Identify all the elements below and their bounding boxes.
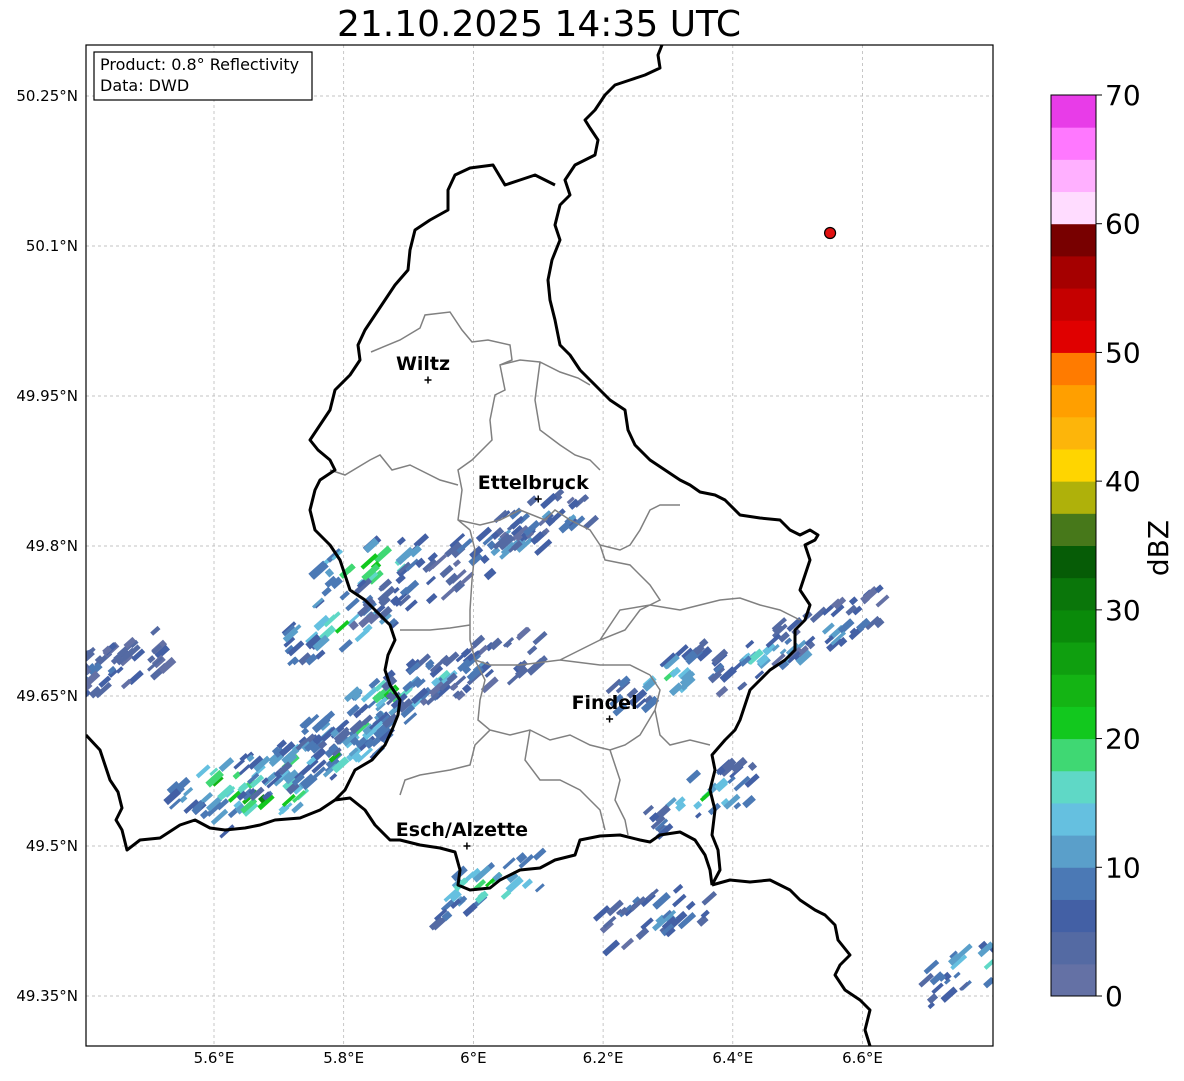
colorbar <box>1051 95 1096 997</box>
colorbar-segment <box>1051 513 1096 546</box>
colorbar-segment <box>1051 95 1096 128</box>
colorbar-tick-labels: 0 10 20 30 40 50 60 70 <box>1096 79 1141 1013</box>
lat-tick-label: 49.35°N <box>16 987 78 1005</box>
colorbar-segment <box>1051 899 1096 933</box>
lon-tick-label: 6°E <box>460 1049 487 1067</box>
colorbar-tick-label: 20 <box>1105 723 1141 756</box>
city-name: Esch/Alzette <box>396 819 528 841</box>
colorbar-tick-label: 10 <box>1105 851 1141 884</box>
colorbar-segment <box>1051 416 1096 450</box>
colorbar-segment <box>1051 577 1096 611</box>
colorbar-tick-label: 40 <box>1105 465 1141 498</box>
colorbar-segment <box>1051 674 1096 707</box>
radar-map: 5.6°E 5.8°E 6°E 6.2°E 6.4°E 6.6°E 50.25°N 50.1… <box>16 44 1175 1067</box>
colorbar-tick-label: 70 <box>1105 79 1141 112</box>
colorbar-segment <box>1051 931 1096 965</box>
lat-tick-label: 49.95°N <box>16 387 78 405</box>
info-data-source: Data: DWD <box>100 76 189 95</box>
colorbar-segment <box>1051 867 1096 900</box>
colorbar-tick-label: 0 <box>1105 980 1123 1013</box>
colorbar-segment <box>1051 159 1096 193</box>
city-name: Wiltz <box>396 353 450 375</box>
lat-tick-label: 49.65°N <box>16 687 78 705</box>
city-name: Findel <box>572 692 638 714</box>
city-name: Ettelbruck <box>478 472 589 494</box>
colorbar-segment <box>1051 545 1096 579</box>
colorbar-segment <box>1051 127 1096 160</box>
colorbar-segment <box>1051 191 1096 225</box>
colorbar-tick-label: 60 <box>1105 208 1141 241</box>
colorbar-segment <box>1051 481 1096 514</box>
lon-tick-label: 5.8°E <box>323 1049 364 1067</box>
longitude-tick-labels: 5.6°E 5.8°E 6°E 6.2°E 6.4°E 6.6°E <box>194 1049 883 1067</box>
info-product: Product: 0.8° Reflectivity <box>100 55 299 74</box>
colorbar-label: dBZ <box>1142 520 1175 576</box>
lon-tick-label: 6.6°E <box>842 1049 883 1067</box>
colorbar-segment <box>1051 770 1096 804</box>
colorbar-segment <box>1051 255 1096 289</box>
lon-tick-label: 5.6°E <box>194 1049 235 1067</box>
colorbar-segment <box>1051 223 1096 257</box>
lat-tick-label: 49.8°N <box>26 537 78 555</box>
colorbar-segment <box>1051 738 1096 772</box>
colorbar-segment <box>1051 384 1096 418</box>
colorbar-segment <box>1051 642 1096 675</box>
colorbar-segment <box>1051 802 1096 836</box>
latitude-tick-labels: 50.25°N 50.1°N 49.95°N 49.8°N 49.65°N 49.5°N 4… <box>16 87 78 1005</box>
colorbar-segment <box>1051 288 1096 321</box>
lon-tick-label: 6.2°E <box>583 1049 624 1067</box>
info-box: Product: 0.8° Reflectivity Data: DWD <box>93 51 313 101</box>
colorbar-segment <box>1051 835 1096 868</box>
lat-tick-label: 49.5°N <box>26 837 78 855</box>
colorbar-tick-label: 30 <box>1105 594 1141 627</box>
colorbar-segment <box>1051 448 1096 482</box>
radar-site-marker <box>823 226 837 240</box>
lon-tick-label: 6.4°E <box>712 1049 753 1067</box>
colorbar-segment <box>1051 963 1096 997</box>
colorbar-segment <box>1051 706 1096 740</box>
lat-tick-label: 50.1°N <box>26 237 78 255</box>
colorbar-tick-label: 50 <box>1105 336 1141 369</box>
colorbar-segment <box>1051 320 1096 353</box>
plot-area <box>86 45 993 1046</box>
colorbar-segment <box>1051 609 1096 643</box>
lat-tick-label: 50.25°N <box>16 87 78 105</box>
colorbar-segment <box>1051 352 1096 386</box>
